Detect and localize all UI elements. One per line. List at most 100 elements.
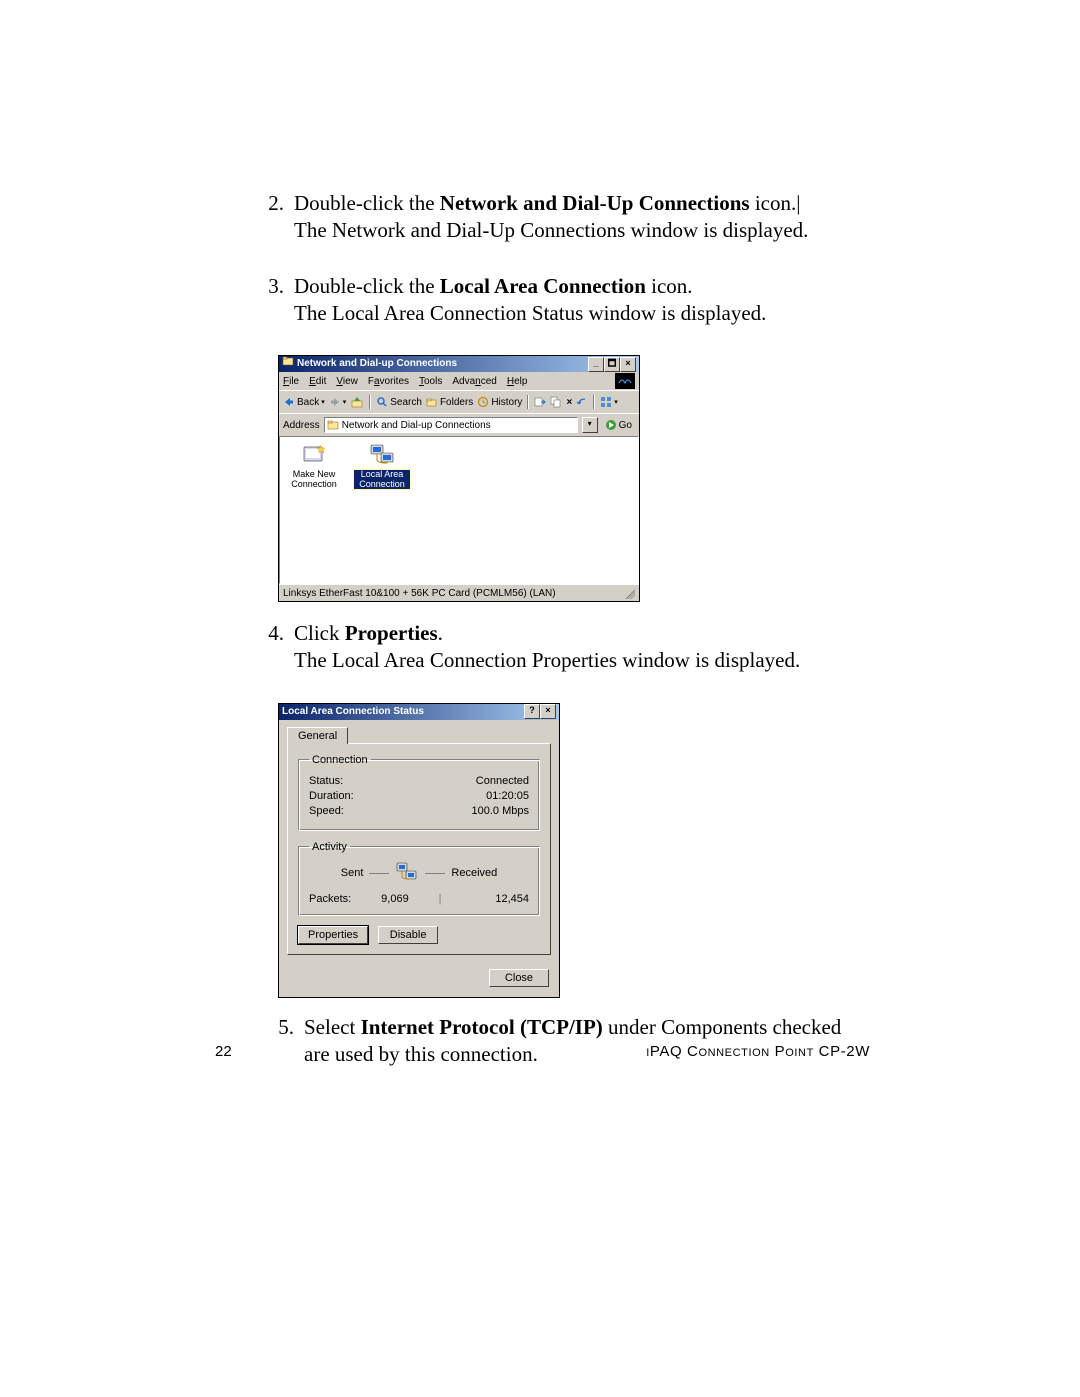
sent-label: Sent (341, 867, 364, 879)
menu-edit[interactable]: Edit (309, 376, 326, 387)
address-label: Address (283, 420, 320, 431)
button-row: Properties Disable (298, 926, 540, 944)
network-icon (368, 443, 396, 467)
throbber-icon (615, 373, 635, 389)
step-number: 5. (250, 1014, 304, 1069)
address-dropdown[interactable]: ▾ (582, 417, 598, 433)
menu-favorites[interactable]: Favorites (368, 376, 409, 387)
step-body: Select Internet Protocol (TCP/IP) under … (304, 1014, 870, 1069)
tab-strip: General (279, 720, 559, 743)
search-button[interactable]: Search (376, 396, 422, 408)
folders-button[interactable]: Folders (426, 396, 473, 408)
menubar: File Edit View Favorites Tools Advanced … (279, 372, 639, 390)
disable-button[interactable]: Disable (378, 926, 438, 944)
text: The Local Area Connection Status window … (294, 301, 766, 325)
close-button[interactable]: × (540, 704, 556, 719)
icon-label: Local Area Connection (354, 470, 410, 489)
menu-help[interactable]: Help (507, 376, 528, 387)
step-number: 3. (250, 273, 294, 328)
up-button[interactable] (350, 396, 364, 408)
close-button[interactable]: × (620, 357, 636, 372)
page-number: 22 (215, 1043, 232, 1060)
dialog-title: Local Area Connection Status (282, 704, 424, 720)
window-network-connections: Network and Dial-up Connections _ 🗖 × Fi… (278, 355, 640, 602)
minimize-button[interactable]: _ (588, 357, 604, 372)
dialog-bottom: Close (279, 963, 559, 997)
close-dialog-button[interactable]: Close (489, 969, 549, 987)
text: The Network and Dial-Up Connections wind… (294, 218, 808, 242)
step-3: 3. Double-click the Local Area Connectio… (250, 273, 870, 328)
text: icon. (646, 274, 693, 298)
row-packets: Packets: 9,069 | 12,454 (309, 893, 529, 905)
page-footer: 22 iPAQ Connection Point CP-2W (215, 1043, 870, 1060)
group-label: Activity (309, 841, 350, 853)
help-button[interactable]: ? (524, 704, 540, 719)
group-activity: Activity Sent (298, 841, 540, 916)
tab-panel: Connection Status: Connected Duration: 0… (287, 743, 551, 955)
undo-button[interactable] (576, 396, 588, 408)
value: Connected (476, 775, 529, 787)
step-2: 2. Double-click the Network and Dial-Up … (250, 190, 870, 245)
tab-general[interactable]: General (287, 727, 348, 744)
menu-file[interactable]: File (283, 376, 299, 387)
statusbar: Linksys EtherFast 10&100 + 56K PC Card (… (279, 584, 639, 601)
dialog-lac-status: Local Area Connection Status ? × General… (278, 703, 560, 998)
value: 100.0 Mbps (472, 805, 529, 817)
step-number: 4. (250, 620, 294, 675)
bold-text: Properties (345, 621, 438, 645)
icon-local-area-connection[interactable]: Local Area Connection (354, 443, 410, 489)
group-label: Connection (309, 754, 371, 766)
text: Select (304, 1015, 361, 1039)
packets-sent: 9,069 (351, 893, 438, 905)
back-button[interactable]: Back ▾ (283, 396, 325, 408)
views-button[interactable]: ▾ (600, 396, 618, 408)
label: Packets: (309, 893, 351, 905)
history-button[interactable]: History (477, 396, 522, 408)
window-controls: _ 🗖 × (588, 357, 636, 372)
bold-text: Local Area Connection (440, 274, 646, 298)
go-button[interactable]: Go (602, 418, 635, 432)
bold-text: Network and Dial-Up Connections (440, 191, 750, 215)
step-number: 2. (250, 190, 294, 245)
properties-button[interactable]: Properties (298, 926, 368, 944)
text: Double-click the (294, 191, 440, 215)
delete-button[interactable]: × (566, 397, 572, 408)
folder-icon (282, 355, 294, 373)
window-title: Network and Dial-up Connections (297, 356, 457, 372)
status-text: Linksys EtherFast 10&100 + 56K PC Card (… (283, 588, 556, 599)
activity-header: Sent Received (309, 862, 529, 885)
titlebar: Local Area Connection Status ? × (279, 704, 559, 720)
wizard-icon (300, 443, 328, 467)
menu-view[interactable]: View (336, 376, 358, 387)
resize-grip-icon[interactable] (623, 587, 635, 599)
value: 01:20:05 (486, 790, 529, 802)
step-body: Double-click the Local Area Connection i… (294, 273, 870, 328)
text: Click (294, 621, 345, 645)
icon-make-new-connection[interactable]: Make New Connection (286, 443, 342, 489)
maximize-button[interactable]: 🗖 (604, 357, 620, 372)
window-controls: ? × (524, 704, 556, 719)
text: The Local Area Connection Properties win… (294, 648, 800, 672)
label: Speed: (309, 805, 344, 817)
icon-label: Make New Connection (291, 469, 337, 488)
row-duration: Duration: 01:20:05 (309, 790, 529, 802)
address-input[interactable]: Network and Dial-up Connections (324, 417, 578, 433)
addressbar: Address Network and Dial-up Connections … (279, 413, 639, 436)
step-body: Double-click the Network and Dial-Up Con… (294, 190, 870, 245)
step-5: 5. Select Internet Protocol (TCP/IP) und… (250, 1014, 870, 1069)
group-connection: Connection Status: Connected Duration: 0… (298, 754, 540, 831)
packets-received: 12,454 (442, 893, 529, 905)
label: Status: (309, 775, 343, 787)
forward-button[interactable]: ▾ (329, 396, 347, 408)
menu-advanced[interactable]: Advanced (452, 376, 496, 387)
step-4: 4. Click Properties. The Local Area Conn… (250, 620, 870, 675)
menu-tools[interactable]: Tools (419, 376, 442, 387)
folder-view[interactable]: Make New Connection Local Area Connectio… (279, 436, 639, 584)
copyto-button[interactable] (550, 396, 562, 408)
label: Duration: (309, 790, 354, 802)
text: icon.| (750, 191, 801, 215)
moveto-button[interactable] (534, 396, 546, 408)
toolbar: Back ▾ ▾ Search Folders History (279, 390, 639, 413)
product-name: iPAQ Connection Point CP-2W (646, 1043, 870, 1060)
row-status: Status: Connected (309, 775, 529, 787)
